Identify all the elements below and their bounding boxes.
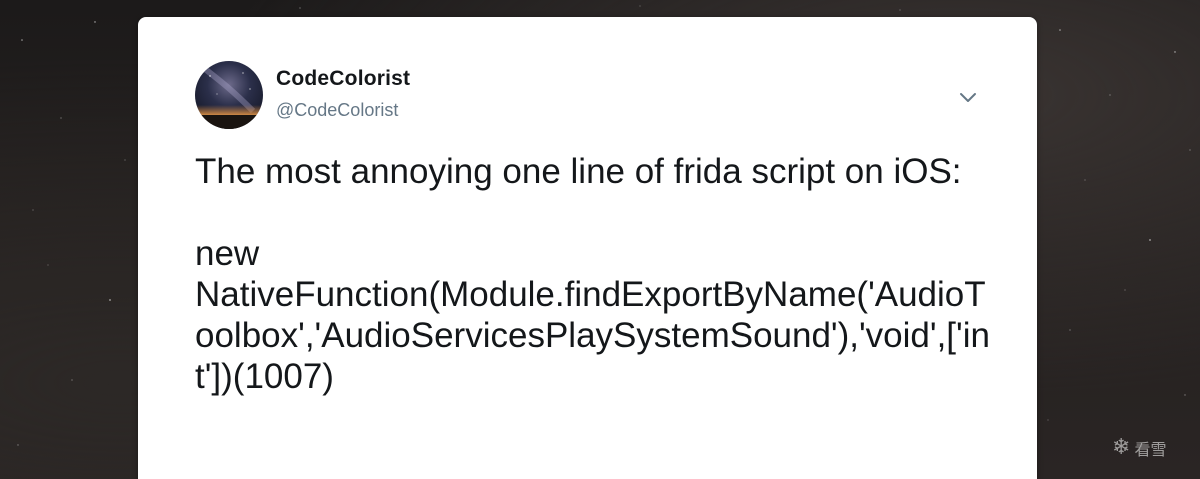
snowflake-icon: ❄ — [1112, 435, 1131, 460]
tweet-card: CodeColorist @CodeColorist The most anno… — [138, 17, 1037, 479]
avatar[interactable] — [195, 61, 263, 129]
tweet-text: The most annoying one line of frida scri… — [195, 152, 990, 396]
author-display-name[interactable]: CodeColorist — [276, 67, 410, 91]
watermark-text: 看雪 — [1134, 440, 1167, 459]
author-handle[interactable]: @CodeColorist — [276, 100, 398, 121]
watermark: ❄ 看雪 — [1112, 436, 1166, 460]
chevron-down-icon[interactable] — [956, 87, 980, 107]
